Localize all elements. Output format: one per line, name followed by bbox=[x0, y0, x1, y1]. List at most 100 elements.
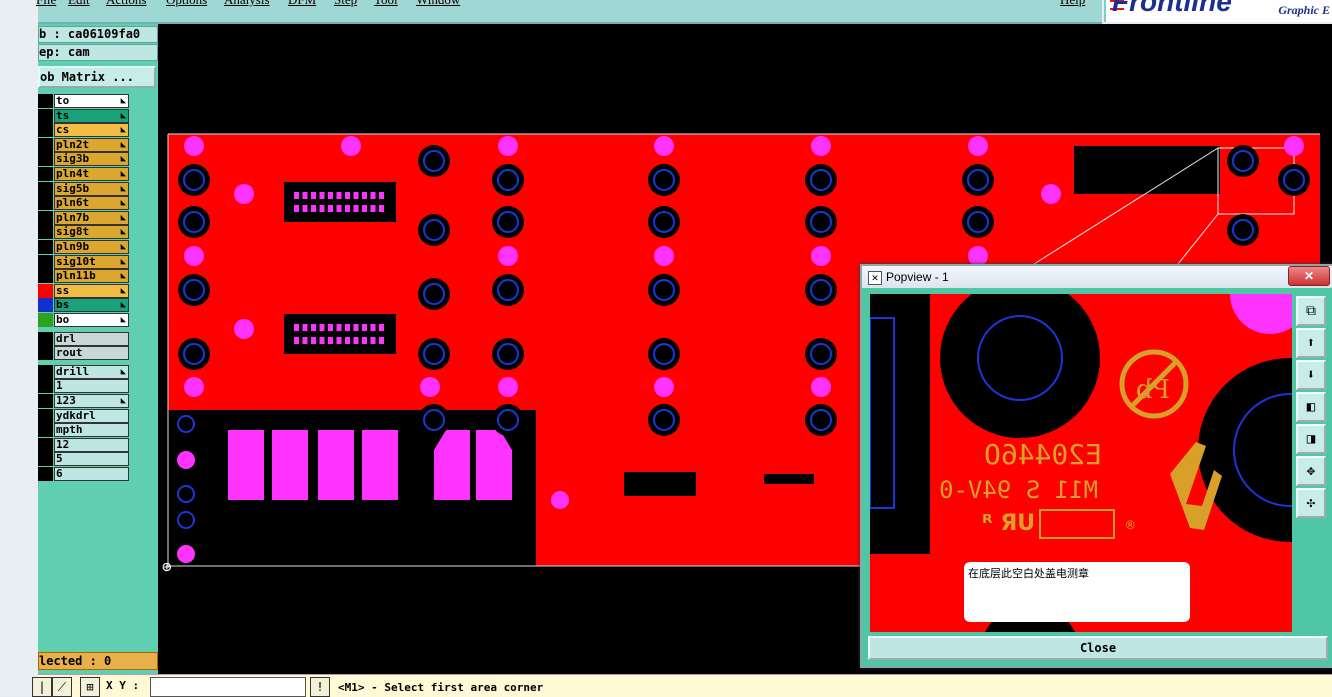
layer-row[interactable]: sig8t ◣ bbox=[38, 225, 158, 240]
layer-menu-arrow-icon[interactable]: ◣ bbox=[121, 168, 126, 180]
layer-name[interactable]: ydkdrl bbox=[54, 408, 129, 423]
layer-row[interactable]: pln9b ◣ bbox=[38, 240, 158, 254]
layer-name[interactable]: bo ◣ bbox=[54, 313, 129, 327]
layer-name[interactable]: sig8t ◣ bbox=[54, 225, 129, 240]
layer-menu-arrow-icon[interactable]: ◣ bbox=[121, 314, 126, 326]
layer-color-swatch[interactable] bbox=[38, 364, 53, 379]
layer-menu-arrow-icon[interactable]: ◣ bbox=[121, 110, 126, 122]
layer-color-swatch[interactable] bbox=[38, 269, 53, 284]
layer-menu-arrow-icon[interactable]: ◣ bbox=[121, 285, 126, 297]
menu-analysis[interactable]: Analysis bbox=[224, 0, 270, 8]
menu-step[interactable]: Step bbox=[334, 0, 357, 8]
layer-name[interactable]: 123 ◣ bbox=[54, 394, 129, 408]
layer-name[interactable]: drl bbox=[54, 331, 129, 346]
layer-row[interactable]: 12 bbox=[38, 437, 158, 452]
close-button[interactable]: Close bbox=[868, 636, 1328, 660]
pan-right-icon[interactable]: ◨ bbox=[1296, 424, 1326, 454]
pan-left-icon[interactable]: ◧ bbox=[1296, 392, 1326, 422]
layer-color-swatch[interactable] bbox=[38, 210, 53, 225]
layer-row[interactable]: drl bbox=[38, 331, 158, 346]
layer-row[interactable]: cs ◣ bbox=[38, 123, 158, 138]
layer-color-swatch[interactable] bbox=[38, 123, 53, 138]
layer-color-swatch[interactable] bbox=[38, 196, 53, 211]
layer-color-swatch[interactable] bbox=[38, 254, 53, 269]
popview-titlebar[interactable]: ✕ Popview - 1 ✕ bbox=[862, 266, 1332, 288]
layer-row[interactable]: mpth bbox=[38, 423, 158, 438]
layer-row[interactable]: 1 bbox=[38, 379, 158, 394]
job-matrix-button[interactable]: ob Matrix ... bbox=[38, 66, 156, 88]
menu-window[interactable]: Window bbox=[416, 0, 460, 8]
layer-row[interactable]: bs ◣ bbox=[38, 298, 158, 313]
layer-row[interactable]: pln7b ◣ bbox=[38, 210, 158, 225]
layer-row[interactable]: sig5b ◣ bbox=[38, 181, 158, 196]
menu-tool[interactable]: Tool bbox=[374, 0, 398, 8]
layer-color-swatch[interactable] bbox=[38, 283, 53, 298]
layer-name[interactable]: to ◣ bbox=[54, 94, 129, 108]
layer-menu-arrow-icon[interactable]: ◣ bbox=[121, 270, 126, 282]
layer-color-swatch[interactable] bbox=[38, 408, 53, 423]
menu-dfm[interactable]: DFM bbox=[288, 0, 316, 8]
layer-row[interactable]: pln11b ◣ bbox=[38, 269, 158, 284]
layer-name[interactable]: pln9b ◣ bbox=[54, 240, 129, 254]
layer-color-swatch[interactable] bbox=[38, 437, 53, 452]
layer-row[interactable]: pln6t ◣ bbox=[38, 196, 158, 211]
layer-row[interactable]: drill ◣ bbox=[38, 364, 158, 379]
zoom-window-icon[interactable]: ⧉ bbox=[1296, 296, 1326, 326]
layer-row[interactable]: to ◣ bbox=[38, 94, 158, 108]
pan-up-icon[interactable]: ⬆ bbox=[1296, 328, 1326, 358]
layer-menu-arrow-icon[interactable]: ◣ bbox=[121, 124, 126, 136]
layer-color-swatch[interactable] bbox=[38, 225, 53, 240]
layer-menu-arrow-icon[interactable]: ◣ bbox=[121, 153, 126, 165]
layer-row[interactable]: sig10t ◣ bbox=[38, 254, 158, 269]
layer-row[interactable]: pln4t ◣ bbox=[38, 167, 158, 181]
zoom-in-icon[interactable]: ✥ bbox=[1296, 456, 1326, 486]
layer-name[interactable]: pln6t ◣ bbox=[54, 196, 129, 211]
layer-row[interactable]: sig3b ◣ bbox=[38, 152, 158, 167]
layer-color-swatch[interactable] bbox=[38, 94, 53, 108]
menu-options[interactable]: Options bbox=[166, 0, 207, 8]
layer-name[interactable]: 1 bbox=[54, 379, 129, 394]
layer-name[interactable]: pln7b ◣ bbox=[54, 210, 129, 225]
layer-name[interactable]: bs ◣ bbox=[54, 298, 129, 313]
layer-menu-arrow-icon[interactable]: ◣ bbox=[121, 366, 126, 378]
measure-icon[interactable]: ⟋ bbox=[52, 677, 72, 697]
pan-down-icon[interactable]: ⬇ bbox=[1296, 360, 1326, 390]
menu-help[interactable]: Help bbox=[1060, 0, 1085, 8]
menu-file[interactable]: File bbox=[36, 0, 56, 8]
layer-color-swatch[interactable] bbox=[38, 108, 53, 123]
layer-name[interactable]: 6 bbox=[54, 467, 129, 481]
layer-name[interactable]: rout bbox=[54, 346, 129, 361]
menu-edit[interactable]: Edit bbox=[68, 0, 90, 8]
layer-row[interactable]: ydkdrl bbox=[38, 408, 158, 423]
layer-row[interactable]: 123 ◣ bbox=[38, 394, 158, 408]
layer-menu-arrow-icon[interactable]: ◣ bbox=[121, 95, 126, 107]
layer-name[interactable]: mpth bbox=[54, 423, 129, 438]
layer-menu-arrow-icon[interactable]: ◣ bbox=[121, 183, 126, 195]
layer-color-swatch[interactable] bbox=[38, 181, 53, 196]
layer-color-swatch[interactable] bbox=[38, 423, 53, 438]
layer-color-swatch[interactable] bbox=[38, 167, 53, 181]
layer-name[interactable]: drill ◣ bbox=[54, 364, 129, 379]
layer-color-swatch[interactable] bbox=[38, 298, 53, 313]
layer-name[interactable]: pln11b ◣ bbox=[54, 269, 129, 284]
layer-name[interactable]: sig5b ◣ bbox=[54, 181, 129, 196]
grid-icon[interactable]: ⊞ bbox=[80, 677, 100, 697]
layer-row[interactable]: ts ◣ bbox=[38, 108, 158, 123]
layer-color-swatch[interactable] bbox=[38, 394, 53, 408]
zoom-out-icon[interactable]: ✣ bbox=[1296, 488, 1326, 518]
layer-row[interactable]: ss ◣ bbox=[38, 283, 158, 298]
layer-color-swatch[interactable] bbox=[38, 137, 53, 152]
layer-color-swatch[interactable] bbox=[38, 240, 53, 254]
layer-row[interactable]: rout bbox=[38, 346, 158, 361]
layer-menu-arrow-icon[interactable]: ◣ bbox=[121, 395, 126, 407]
layer-name[interactable]: sig10t ◣ bbox=[54, 254, 129, 269]
layer-menu-arrow-icon[interactable]: ◣ bbox=[121, 241, 126, 253]
popview-canvas[interactable]: Pb E20446O M11 S 94V-0 ᴿ ЯU ® 在底层此空白处盖电测… bbox=[870, 294, 1292, 632]
layer-color-swatch[interactable] bbox=[38, 152, 53, 167]
layer-row[interactable]: pln2t ◣ bbox=[38, 137, 158, 152]
layer-menu-arrow-icon[interactable]: ◣ bbox=[121, 197, 126, 209]
layer-color-swatch[interactable] bbox=[38, 331, 53, 346]
status-toggle-button[interactable]: | bbox=[32, 677, 52, 697]
layer-color-swatch[interactable] bbox=[38, 379, 53, 394]
layer-row[interactable]: 5 bbox=[38, 452, 158, 467]
